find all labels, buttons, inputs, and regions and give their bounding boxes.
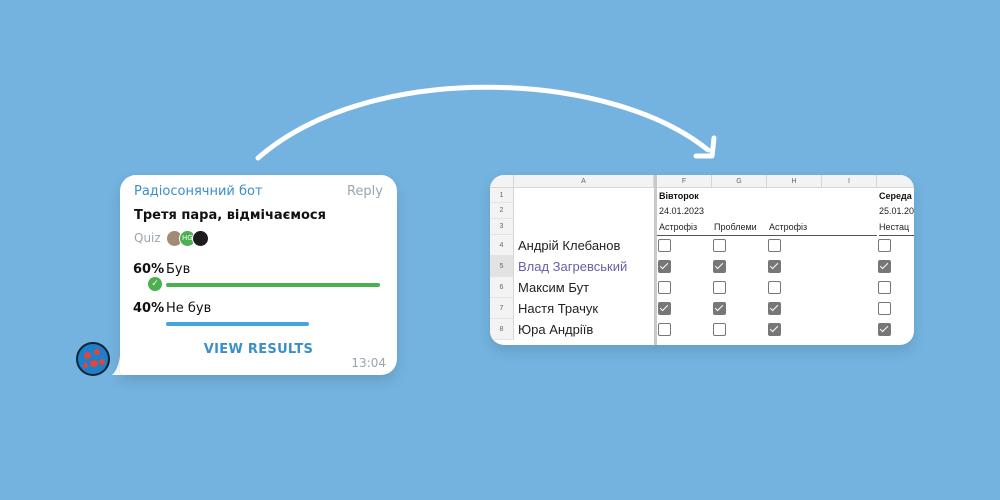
attendance-checkbox[interactable] bbox=[658, 281, 671, 294]
reply-button[interactable]: Reply bbox=[347, 184, 383, 199]
column-header[interactable]: I bbox=[822, 175, 877, 188]
voter-avatar bbox=[192, 230, 209, 247]
cell-border bbox=[879, 235, 914, 236]
attendance-checkbox[interactable] bbox=[768, 239, 781, 252]
option-text: Не був bbox=[166, 301, 212, 316]
attendance-spreadsheet: A F G H I 1 2 3 4 5 6 7 8 Вівторок 24.01… bbox=[490, 175, 914, 345]
student-name-cell[interactable]: Андрій Клебанов bbox=[518, 238, 620, 253]
frozen-column-divider[interactable] bbox=[654, 175, 657, 345]
student-name-cell[interactable]: Юра Андріїв bbox=[518, 322, 593, 337]
poll-type-label: Quiz bbox=[134, 231, 161, 245]
attendance-checkbox[interactable] bbox=[713, 323, 726, 336]
attendance-checkbox[interactable] bbox=[878, 323, 891, 336]
poll-question: Третя пара, відмічаємося bbox=[134, 208, 326, 223]
subject-cell[interactable]: Астрофіз bbox=[659, 222, 697, 232]
date-cell[interactable]: 24.01.2023 bbox=[659, 206, 704, 216]
student-name-cell[interactable]: Влад Загревський bbox=[518, 259, 627, 274]
attendance-checkbox[interactable] bbox=[713, 302, 726, 315]
day-header[interactable]: Середа bbox=[879, 191, 912, 201]
column-header[interactable]: A bbox=[514, 175, 654, 188]
attendance-checkbox[interactable] bbox=[768, 281, 781, 294]
attendance-checkbox[interactable] bbox=[768, 260, 781, 273]
row-header[interactable]: 2 bbox=[490, 203, 514, 219]
subject-cell[interactable]: Нестац bbox=[879, 222, 909, 232]
attendance-checkbox[interactable] bbox=[878, 281, 891, 294]
column-header[interactable]: G bbox=[712, 175, 767, 188]
column-header[interactable] bbox=[877, 175, 914, 188]
attendance-checkbox[interactable] bbox=[878, 239, 891, 252]
attendance-checkbox[interactable] bbox=[713, 281, 726, 294]
date-cell[interactable]: 25.01.2023 bbox=[879, 206, 914, 216]
student-name-cell[interactable]: Настя Трачук bbox=[518, 301, 598, 316]
student-name-cell[interactable]: Максим Бут bbox=[518, 280, 589, 295]
subject-cell[interactable]: Проблеми bbox=[714, 222, 757, 232]
option-result-bar bbox=[166, 322, 309, 326]
view-results-button[interactable]: VIEW RESULTS bbox=[120, 342, 397, 357]
poll-sender-name[interactable]: Радіосонячний бот bbox=[134, 184, 263, 199]
row-header[interactable]: 8 bbox=[490, 319, 514, 340]
option-percent: 40% bbox=[133, 301, 165, 316]
row-header[interactable]: 7 bbox=[490, 298, 514, 319]
attendance-checkbox[interactable] bbox=[658, 260, 671, 273]
option-percent: 60% bbox=[133, 262, 165, 277]
option-text: Був bbox=[166, 262, 191, 277]
subject-cell[interactable]: Астрофіз bbox=[769, 222, 807, 232]
attendance-checkbox[interactable] bbox=[713, 239, 726, 252]
poll-message: Радіосонячний бот Reply Третя пара, відм… bbox=[120, 175, 397, 375]
day-header[interactable]: Вівторок bbox=[659, 191, 699, 201]
column-header[interactable]: F bbox=[657, 175, 712, 188]
attendance-checkbox[interactable] bbox=[658, 323, 671, 336]
row-header[interactable]: 4 bbox=[490, 235, 514, 256]
attendance-checkbox[interactable] bbox=[768, 302, 781, 315]
attendance-checkbox[interactable] bbox=[878, 260, 891, 273]
cell-border bbox=[657, 235, 877, 236]
column-header[interactable]: H bbox=[767, 175, 822, 188]
message-time: 13:04 bbox=[351, 356, 386, 370]
check-icon: ✓ bbox=[148, 277, 162, 291]
attendance-checkbox[interactable] bbox=[878, 302, 891, 315]
row-header[interactable]: 1 bbox=[490, 188, 514, 203]
bot-avatar[interactable] bbox=[76, 342, 110, 376]
row-header[interactable]: 5 bbox=[490, 256, 514, 277]
attendance-checkbox[interactable] bbox=[713, 260, 726, 273]
row-header[interactable]: 3 bbox=[490, 219, 514, 235]
row-header[interactable]: 6 bbox=[490, 277, 514, 298]
corner-cell[interactable] bbox=[490, 175, 514, 188]
attendance-checkbox[interactable] bbox=[658, 302, 671, 315]
attendance-checkbox[interactable] bbox=[768, 323, 781, 336]
attendance-checkbox[interactable] bbox=[658, 239, 671, 252]
option-result-bar bbox=[166, 283, 380, 287]
